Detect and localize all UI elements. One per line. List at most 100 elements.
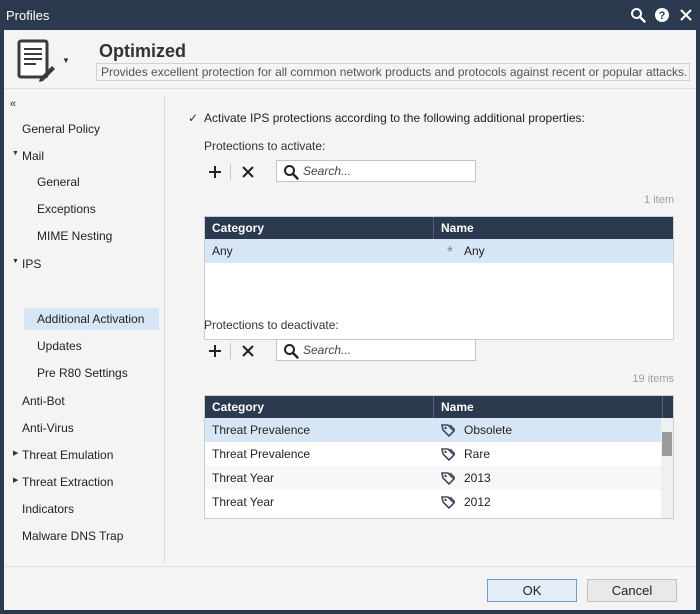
sidebar-item-anti-bot[interactable]: Anti-Bot — [22, 390, 162, 412]
profile-icon-dropdown-caret[interactable]: ▼ — [62, 56, 70, 65]
sidebar-item-ips[interactable]: IPS — [22, 253, 162, 275]
title-bar: Profiles ? — [0, 0, 700, 30]
deactivate-grid: Category Name Threat Prevalence Obsolete… — [204, 395, 674, 519]
sidebar-item-label: IPS — [22, 257, 42, 271]
toolbar-separator — [230, 343, 231, 359]
grid-header: Category Name — [205, 396, 673, 418]
sidebar-item-anti-virus[interactable]: Anti-Virus — [22, 417, 162, 439]
expand-mail-chevron-icon[interactable]: ▼ — [12, 150, 19, 157]
profile-description-field[interactable]: Provides excellent protection for all co… — [96, 63, 690, 81]
column-header-category[interactable]: Category — [205, 217, 433, 239]
sidebar-item-label: Anti-Bot — [22, 394, 65, 408]
deactivate-section-label: Protections to deactivate: — [204, 318, 339, 332]
activate-section-label: Protections to activate: — [204, 139, 326, 153]
activate-search-input[interactable] — [303, 163, 471, 179]
sidebar-item-malware-dns-trap[interactable]: Malware DNS Trap — [22, 525, 162, 547]
sidebar-item-updates[interactable]: Updates — [37, 335, 162, 357]
search-icon — [284, 344, 299, 359]
activate-item-count: 1 item — [644, 194, 674, 206]
deactivate-search-box[interactable] — [276, 339, 476, 361]
close-icon — [242, 166, 254, 178]
expand-ips-chevron-icon[interactable]: ▼ — [12, 258, 19, 265]
deactivate-grid-scrollbar[interactable] — [661, 418, 673, 518]
tag-icon — [441, 496, 455, 509]
deactivate-toolbar — [204, 339, 674, 363]
remove-protection-button[interactable] — [237, 160, 259, 184]
search-icon[interactable] — [628, 5, 648, 25]
sidebar: « General Policy ▼ Mail General Exceptio… — [4, 96, 164, 566]
activate-search-box[interactable] — [276, 160, 476, 182]
cell-name: Rare — [464, 447, 491, 461]
column-header-category[interactable]: Category — [205, 396, 433, 418]
cell-category: Any — [212, 244, 233, 258]
window-title: Profiles — [6, 8, 50, 23]
svg-text:*: * — [447, 244, 453, 258]
sidebar-item-mime-nesting[interactable]: MIME Nesting — [37, 225, 162, 247]
toolbar-separator — [230, 164, 231, 180]
collapse-sidebar-icon[interactable]: « — [10, 98, 16, 110]
sidebar-item-indicators[interactable]: Indicators — [22, 498, 162, 520]
column-header-name[interactable]: Name — [434, 396, 662, 418]
sidebar-item-label: Pre R80 Settings — [37, 366, 128, 380]
asterisk-icon: * — [447, 244, 453, 258]
column-header-name[interactable]: Name — [434, 217, 673, 239]
scrollbar-thumb[interactable] — [662, 432, 672, 456]
svg-text:?: ? — [659, 10, 666, 22]
sidebar-item-label: MIME Nesting — [37, 229, 113, 243]
profile-document-icon[interactable] — [16, 38, 56, 82]
activate-toolbar — [204, 160, 674, 184]
grid-header: Category Name — [205, 217, 673, 239]
profile-header: ▼ Optimized Provides excellent protectio… — [4, 30, 696, 88]
add-protection-button[interactable] — [204, 160, 226, 184]
expand-threat-extraction-chevron-icon[interactable]: ▶ — [13, 476, 18, 484]
sidebar-item-label: Mail — [22, 149, 45, 163]
sidebar-item-label: Exceptions — [37, 202, 96, 216]
tag-icon — [441, 472, 455, 485]
remove-deactivation-button[interactable] — [237, 339, 259, 363]
deactivate-item-count: 19 items — [632, 373, 674, 385]
sidebar-item-additional-activation[interactable]: Additional Activation — [24, 308, 159, 330]
sidebar-item-label: Threat Extraction — [22, 475, 114, 489]
add-deactivation-button[interactable] — [204, 339, 226, 363]
sidebar-item-pre-r80-settings[interactable]: Pre R80 Settings — [37, 362, 162, 384]
activate-ips-checkbox-label: Activate IPS protections according to th… — [204, 111, 585, 125]
profiles-window: Profiles ? ▼ Optimized Provides excellen… — [0, 0, 700, 614]
cell-category: Threat Prevalence — [212, 423, 311, 437]
cancel-button[interactable]: Cancel — [587, 579, 677, 602]
main-panel: ✓ Activate IPS protections according to … — [176, 96, 686, 566]
close-icon[interactable] — [676, 5, 696, 25]
table-row[interactable]: Any * Any — [205, 239, 673, 263]
cell-name: Obsolete — [464, 423, 513, 437]
sidebar-item-label: Malware DNS Trap — [22, 529, 124, 543]
activate-ips-checkbox[interactable]: ✓ — [186, 111, 200, 125]
sidebar-item-general-policy[interactable]: General Policy — [22, 118, 162, 140]
dialog-footer: OK Cancel — [4, 566, 696, 610]
sidebar-item-label: Threat Emulation — [22, 448, 114, 462]
sidebar-item-label: Updates — [37, 339, 82, 353]
cell-name: 2013 — [464, 471, 491, 485]
table-row[interactable]: Threat Year 2012 — [205, 490, 661, 514]
sidebar-item-label: General — [37, 175, 80, 189]
sidebar-item-threat-extraction[interactable]: Threat Extraction — [22, 471, 162, 493]
tag-icon — [441, 424, 455, 437]
profile-name: Optimized — [99, 41, 187, 61]
cell-category: Threat Prevalence — [212, 447, 311, 461]
close-icon — [242, 345, 254, 357]
sidebar-item-mail[interactable]: Mail — [22, 145, 162, 167]
cell-category: Threat Year — [212, 495, 275, 509]
ok-button[interactable]: OK — [487, 579, 577, 602]
plus-icon — [209, 166, 221, 178]
header-divider — [4, 88, 696, 89]
sidebar-item-label: General Policy — [22, 122, 101, 136]
table-row[interactable]: Threat Prevalence Rare — [205, 442, 661, 466]
sidebar-item-threat-emulation[interactable]: Threat Emulation — [22, 444, 162, 466]
table-row[interactable]: Threat Prevalence Obsolete — [205, 418, 661, 442]
plus-icon — [209, 345, 221, 357]
expand-threat-emulation-chevron-icon[interactable]: ▶ — [13, 449, 18, 457]
deactivate-search-input[interactable] — [303, 342, 471, 358]
sidebar-item-label: Additional Activation — [37, 312, 145, 326]
sidebar-item-mail-general[interactable]: General — [37, 171, 162, 193]
help-icon[interactable]: ? — [652, 5, 672, 25]
sidebar-item-exceptions[interactable]: Exceptions — [37, 198, 162, 220]
table-row[interactable]: Threat Year 2013 — [205, 466, 661, 490]
